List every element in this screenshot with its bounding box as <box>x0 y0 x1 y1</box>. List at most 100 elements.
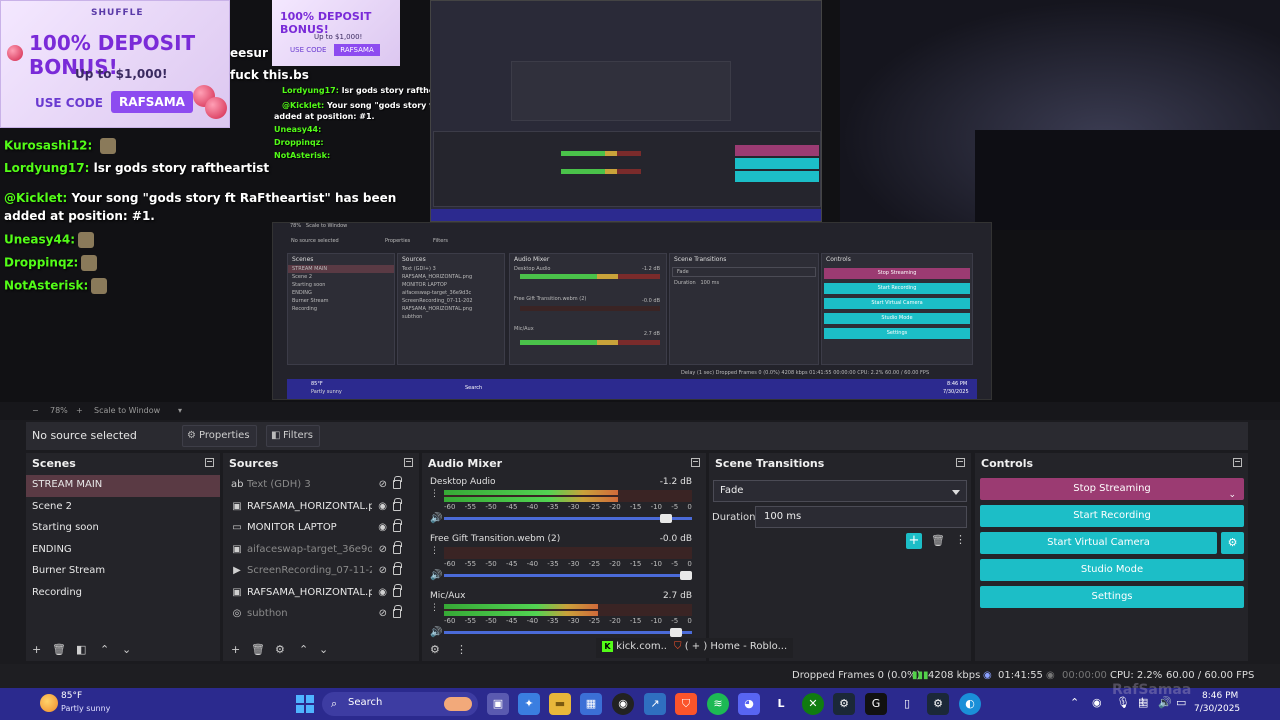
add-transition-button[interactable]: + <box>906 533 922 549</box>
trash-icon[interactable]: 🗑 <box>931 534 945 547</box>
start-virtual-camera-button[interactable]: Start Virtual Camera <box>980 532 1217 554</box>
volume-slider[interactable] <box>444 571 692 580</box>
gear-icon[interactable]: ⚙ <box>275 643 285 656</box>
obs-icon[interactable]: ◉ <box>612 693 634 715</box>
more-icon[interactable]: ⋮ <box>430 603 439 613</box>
source-item[interactable]: ◎ subthon ⊘ <box>223 604 419 626</box>
discord-icon[interactable]: ◕ <box>738 693 760 715</box>
move-up-icon[interactable]: ⌃ <box>299 643 308 656</box>
zoom-level[interactable]: 78% <box>50 406 68 415</box>
scene-item[interactable]: ENDING <box>26 540 220 562</box>
logitech-icon[interactable]: G <box>865 693 887 715</box>
zoom-plus-button[interactable]: + <box>76 406 83 415</box>
weather-temp[interactable]: 85°F <box>61 691 82 701</box>
scene-item[interactable]: Burner Stream <box>26 561 220 583</box>
eye-hidden-icon[interactable]: ⊘ <box>379 544 387 555</box>
start-recording-button[interactable]: Start Recording <box>980 505 1244 527</box>
virtual-camera-settings-gear-icon[interactable]: ⚙ <box>1221 532 1244 554</box>
weather-icon[interactable] <box>40 694 58 712</box>
source-item[interactable]: ab Text (GDH) 3 ⊘ <box>223 475 419 497</box>
more-icon[interactable]: ⋮ <box>955 533 966 546</box>
undock-icon[interactable] <box>691 458 700 467</box>
spotify-icon[interactable]: ≋ <box>707 693 729 715</box>
volume-slider-handle[interactable] <box>680 571 692 580</box>
gear-icon[interactable]: ⚙ <box>430 643 440 656</box>
lock-icon[interactable] <box>393 562 402 575</box>
add-icon[interactable]: + <box>32 643 41 656</box>
file-icon[interactable]: ▯ <box>896 693 918 715</box>
zoom-minus-button[interactable]: − <box>32 406 39 415</box>
copilot-icon[interactable]: ✦ <box>518 693 540 715</box>
clock-time[interactable]: 8:46 PM <box>1202 691 1238 701</box>
eye-hidden-icon[interactable]: ⊘ <box>379 479 387 490</box>
lock-icon[interactable] <box>393 583 402 597</box>
chevron-down-icon[interactable]: ⌄ <box>1228 484 1236 506</box>
taskbar-search[interactable]: ⌕ Search <box>322 692 478 716</box>
windows-start-icon[interactable] <box>296 695 314 713</box>
undock-icon[interactable] <box>205 458 214 467</box>
filters-button[interactable]: ◧ Filters <box>266 425 320 447</box>
duration-input[interactable]: 100 ms <box>755 506 967 528</box>
file-explorer-icon[interactable]: ▬ <box>549 693 571 715</box>
scene-item[interactable]: Recording <box>26 583 220 605</box>
chevron-up-icon[interactable]: ⌃ <box>1070 696 1079 709</box>
scene-item[interactable]: Scene 2 <box>26 497 220 519</box>
scene-item[interactable]: STREAM MAIN <box>26 475 220 497</box>
move-down-icon[interactable]: ⌄ <box>122 643 131 656</box>
add-icon[interactable]: + <box>231 643 240 656</box>
volume-slider-handle[interactable] <box>660 514 673 523</box>
source-item[interactable]: ▭ MONITOR LAPTOP ◉ <box>223 518 419 540</box>
undock-icon[interactable] <box>1233 458 1242 467</box>
chevron-down-icon[interactable]: ▾ <box>178 406 182 415</box>
move-down-icon[interactable]: ⌄ <box>319 643 328 656</box>
stop-streaming-button[interactable]: Stop Streaming ⌄ <box>980 478 1244 500</box>
more-icon[interactable]: ⋮ <box>430 489 439 499</box>
store-icon[interactable]: ▦ <box>580 693 602 715</box>
scale-mode[interactable]: Scale to Window <box>94 406 160 415</box>
more-icon[interactable]: ⋮ <box>430 546 439 556</box>
edge-icon[interactable]: ◐ <box>959 693 981 715</box>
volume-slider-handle[interactable] <box>670 628 683 637</box>
properties-button[interactable]: ⚙ Properties <box>182 425 257 447</box>
trash-icon[interactable]: 🗑 <box>52 643 66 656</box>
volume-icon[interactable]: 🔊 <box>430 627 442 638</box>
more-icon[interactable]: ⋮ <box>456 643 467 656</box>
volume-slider[interactable] <box>444 628 692 637</box>
undock-icon[interactable] <box>956 458 965 467</box>
eye-hidden-icon[interactable]: ⊘ <box>379 608 387 619</box>
lock-icon[interactable] <box>393 497 402 511</box>
launcher-icon[interactable]: L <box>770 693 792 715</box>
move-up-icon[interactable]: ⌃ <box>100 643 109 656</box>
eye-icon[interactable]: ◉ <box>378 501 387 512</box>
eye-icon[interactable]: ◉ <box>378 522 387 533</box>
eye-hidden-icon[interactable]: ⊘ <box>379 565 387 576</box>
xbox-icon[interactable]: ✕ <box>802 693 824 715</box>
transition-select[interactable]: Fade <box>713 480 967 502</box>
settings-button[interactable]: Settings <box>980 586 1244 608</box>
roblox-window-thumbnail[interactable]: ⛉ ( + ) Home - Roblo... <box>668 638 794 658</box>
brave-icon[interactable]: ⛉ <box>675 693 697 715</box>
obs-preview[interactable]: SHUFFLE 100% DEPOSIT BONUS! Up to $1,000… <box>0 0 1280 402</box>
source-item[interactable]: ▣RAFSAMA_HORIZONTAL.png ◉ <box>223 497 419 519</box>
filter-icon[interactable]: ◧ <box>76 643 86 656</box>
undock-icon[interactable] <box>404 458 413 467</box>
app-icon[interactable]: ↗ <box>644 693 666 715</box>
app-tray-icon[interactable]: ◉ <box>1092 696 1102 709</box>
task-view-icon[interactable]: ▣ <box>487 693 509 715</box>
lock-icon[interactable] <box>393 605 402 618</box>
source-item[interactable]: ▣ aifaceswap-target_36e9d3c ⊘ <box>223 540 419 562</box>
weather-desc[interactable]: Partly sunny <box>61 704 110 713</box>
trash-icon[interactable]: 🗑 <box>251 643 265 656</box>
eye-icon[interactable]: ◉ <box>378 587 387 598</box>
volume-slider[interactable] <box>444 514 692 523</box>
volume-icon[interactable]: 🔊 <box>430 513 442 524</box>
scene-item[interactable]: Starting soon <box>26 518 220 540</box>
steam-icon[interactable]: ⚙ <box>927 693 949 715</box>
lock-icon[interactable] <box>393 540 402 554</box>
clock-date[interactable]: 7/30/2025 <box>1194 704 1240 714</box>
steam-icon[interactable]: ⚙ <box>833 693 855 715</box>
kick-window-thumbnail[interactable]: K kick.com... <box>596 638 677 658</box>
lock-icon[interactable] <box>393 476 402 489</box>
source-item[interactable]: ▣RAFSAMA_HORIZONTAL.png ◉ <box>223 583 419 605</box>
volume-icon[interactable]: 🔊 <box>430 570 442 581</box>
